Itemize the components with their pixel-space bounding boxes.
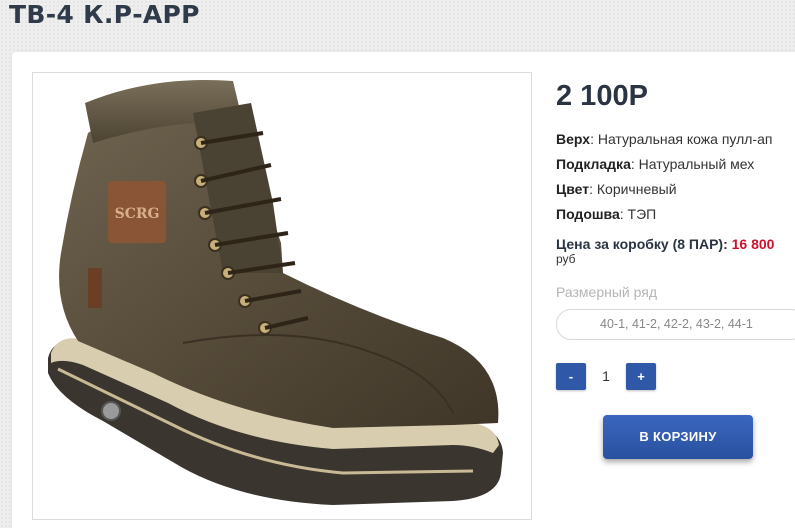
add-to-cart-button[interactable]: В КОРЗИНУ: [603, 415, 753, 459]
quantity-decrease-button[interactable]: -: [556, 363, 586, 390]
product-image[interactable]: SCRG: [32, 72, 532, 520]
quantity-input[interactable]: 1: [586, 363, 626, 390]
spec-value: : Натуральная кожа пулл-ап: [590, 131, 773, 147]
box-price-label: Цена за коробку (8 ПАР):: [556, 236, 732, 252]
box-price-value: 16 800: [731, 236, 775, 252]
boot-brand-badge: SCRG: [115, 206, 160, 222]
spec-upper: Верх: Натуральная кожа пулл-ап: [556, 131, 772, 147]
spec-value: : ТЭП: [619, 206, 657, 222]
page-title: ТВ-4 К.Р-АРР: [9, 0, 200, 29]
spec-sole: Подошва: ТЭП: [556, 206, 656, 222]
box-price-currency: руб: [556, 252, 576, 266]
size-range-select[interactable]: 40-1, 41-2, 42-2, 43-2, 44-1: [556, 309, 795, 340]
spec-label: Подошва: [556, 206, 620, 222]
spec-value: : Натуральный мех: [630, 156, 755, 172]
spec-label: Подкладка: [556, 156, 631, 172]
spec-value: : Коричневый: [589, 181, 677, 197]
spec-label: Цвет: [556, 181, 590, 197]
spec-label: Верх: [556, 131, 591, 147]
boot-illustration: SCRG: [48, 79, 503, 505]
spec-lining: Подкладка: Натуральный мех: [556, 156, 754, 172]
spec-color: Цвет: Коричневый: [556, 181, 677, 197]
size-range-label: Размерный ряд: [556, 284, 658, 300]
quantity-increase-button[interactable]: +: [626, 363, 656, 390]
box-price: Цена за коробку (8 ПАР): 16 800: [556, 236, 774, 252]
product-price: 2 100Р: [556, 80, 648, 112]
